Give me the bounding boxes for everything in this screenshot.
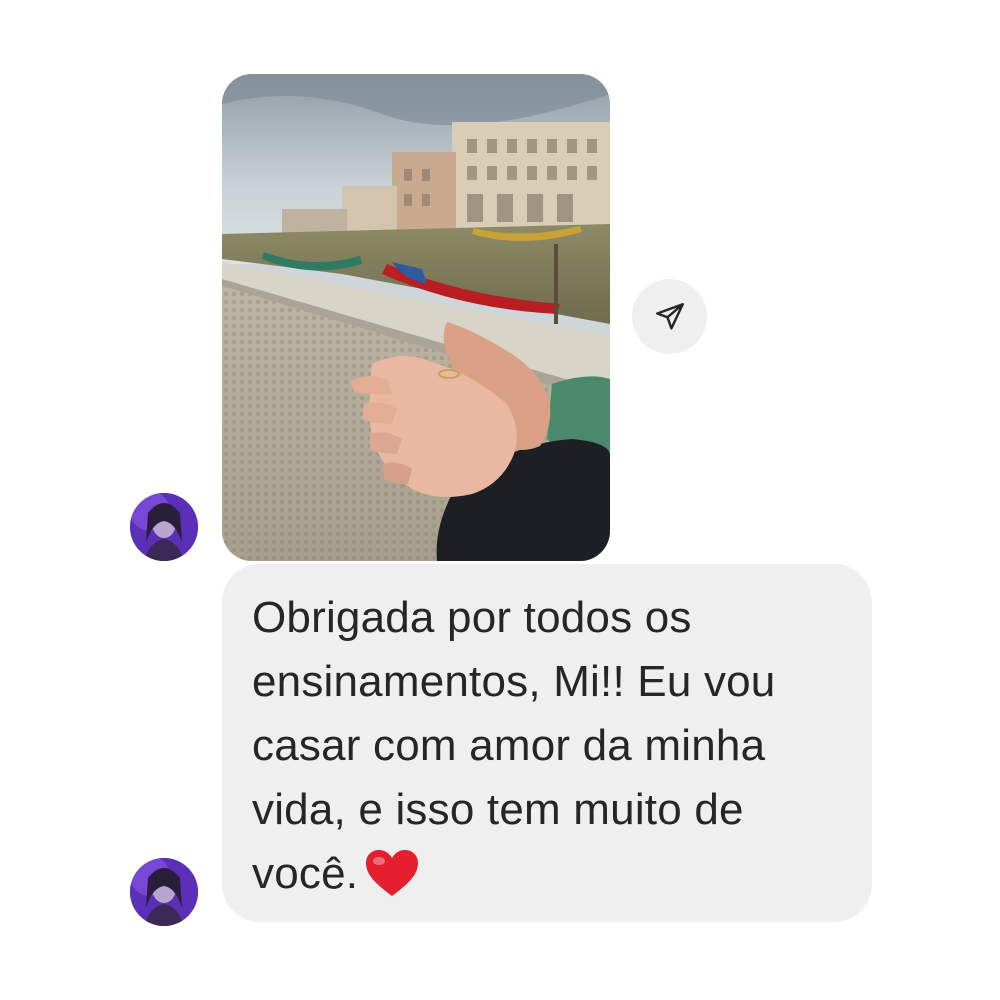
message-text: Obrigada por todos os ensinamentos, Mi!!… bbox=[252, 586, 842, 916]
sender-avatar[interactable] bbox=[130, 858, 198, 926]
message-bubble[interactable]: Obrigada por todos os ensinamentos, Mi!!… bbox=[222, 564, 872, 922]
message-line: você. bbox=[252, 849, 359, 898]
message-line: ensinamentos, Mi!! Eu vou bbox=[252, 657, 776, 706]
message-line: Obrigada por todos os bbox=[252, 593, 692, 642]
share-button[interactable] bbox=[632, 279, 707, 354]
photo-image bbox=[222, 74, 610, 561]
sender-avatar[interactable] bbox=[130, 493, 198, 561]
message-line: vida, e isso tem muito de bbox=[252, 785, 744, 834]
message-line: casar com amor da minha bbox=[252, 721, 766, 770]
shared-photo[interactable] bbox=[222, 74, 610, 561]
paper-plane-icon bbox=[655, 302, 684, 330]
message-line-last: você. bbox=[252, 842, 842, 916]
avatar-image bbox=[130, 493, 198, 561]
red-heart-icon bbox=[364, 848, 420, 916]
avatar-image bbox=[130, 858, 198, 926]
dm-thread: Obrigada por todos os ensinamentos, Mi!!… bbox=[0, 0, 1000, 1000]
